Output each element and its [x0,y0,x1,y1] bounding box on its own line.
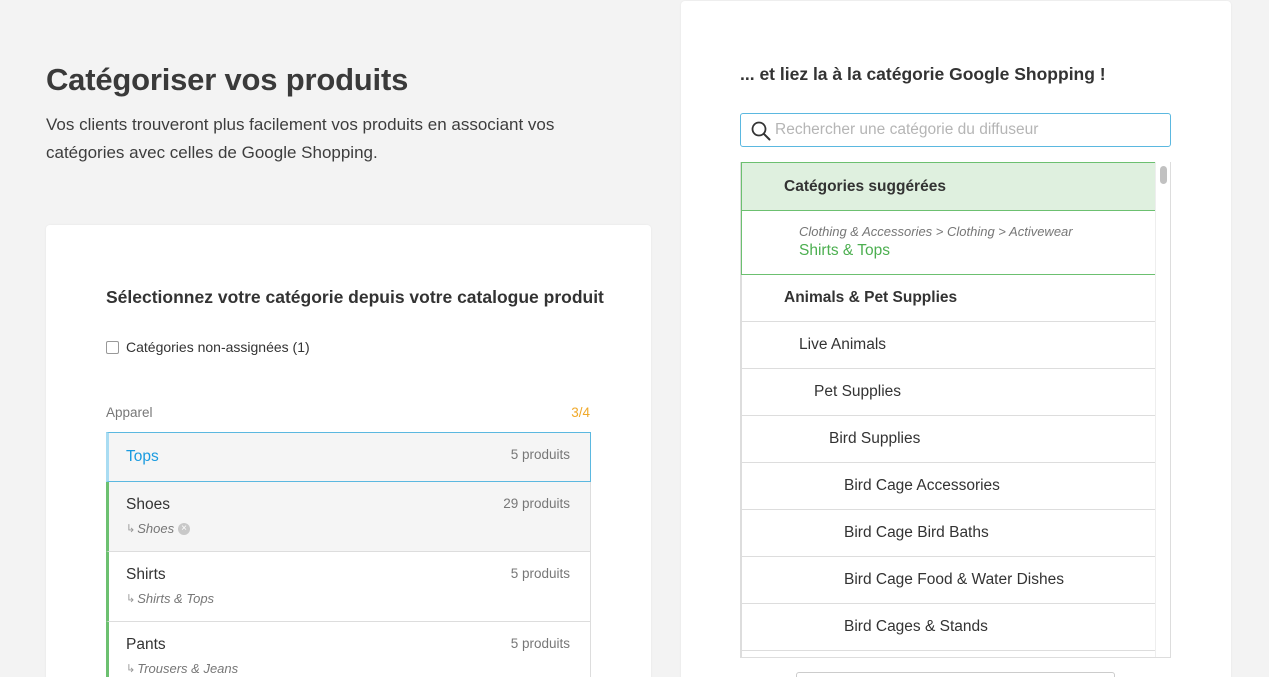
tree-item-label: Bird Cages & Stands [844,618,988,635]
suggested-category-item[interactable]: Clothing & Accessories > Clothing > Acti… [741,211,1156,275]
tree-scrollbar[interactable] [1155,162,1170,657]
mapped-category: ↳ Shirts & Tops [126,591,214,606]
close-circle-icon[interactable]: × [178,522,191,535]
category-item-shoes[interactable]: Shoes 29 produits ↳ Shoes × [106,482,591,552]
category-name: Shirts [126,566,166,583]
page-description: Vos clients trouveront plus facilement v… [46,115,555,162]
category-search-box[interactable] [740,113,1171,147]
suggested-category-path: Clothing & Accessories > Clothing > Acti… [799,224,1073,239]
panel-action-button[interactable] [796,672,1115,677]
category-product-count: 5 produits [510,447,570,462]
mapped-category-label: Shirts & Tops [137,591,215,606]
google-category-tree[interactable]: Catégories suggérées Clothing & Accessor… [740,162,1171,658]
sub-arrow-icon: ↳ [126,523,136,535]
category-product-count: 5 produits [510,566,570,581]
tree-item-bird-cage-food-water[interactable]: Bird Cage Food & Water Dishes [741,557,1156,604]
tree-item-label: Bird Cage Bird Baths [844,524,989,541]
unassigned-filter[interactable]: Catégories non-assignées (1) [106,339,310,355]
tree-item-pet-supplies[interactable]: Pet Supplies [741,369,1156,416]
page-title: Catégoriser vos produits [46,62,409,97]
suggested-categories-header: Catégories suggérées [741,162,1156,211]
mapped-category: ↳ Shoes × [126,521,191,536]
category-search-input[interactable] [775,115,1165,145]
tree-item-bird-cage-bird-baths[interactable]: Bird Cage Bird Baths [741,510,1156,557]
tree-item-live-animals[interactable]: Live Animals [741,322,1156,369]
google-panel-title: ... et liez la à la catégorie Google Sho… [740,64,1106,84]
tree-item-label: Bird Supplies [829,430,921,447]
tree-scroll-thumb[interactable] [1160,166,1167,184]
catalog-category-list: Tops 5 produits Shoes 29 produits ↳ Shoe… [106,432,591,677]
sub-arrow-icon: ↳ [126,593,136,605]
category-group-label: Apparel [106,405,153,420]
mapped-category-label: Trousers & Jeans [137,661,239,676]
category-item-tops[interactable]: Tops 5 produits [106,432,591,482]
tree-item-label: Bird Cage Food & Water Dishes [844,571,1064,588]
category-product-count: 29 produits [503,496,570,511]
tree-item-label: Bird Cage Accessories [844,477,1000,494]
tree-item-bird-supplies[interactable]: Bird Supplies [741,416,1156,463]
tree-item-label: Pet Supplies [814,383,902,400]
tree-item-bird-cage-accessories[interactable]: Bird Cage Accessories [741,463,1156,510]
sub-arrow-icon: ↳ [126,663,136,675]
mapped-category: ↳ Trousers & Jeans [126,661,238,676]
mapped-category-label: Shoes [137,521,175,536]
category-item-shirts[interactable]: Shirts 5 produits ↳ Shirts & Tops [106,552,591,622]
unassigned-label: Catégories non-assignées (1) [126,339,310,355]
search-icon [751,121,771,141]
category-name: Tops [126,448,159,465]
suggested-header-label: Catégories suggérées [784,178,946,195]
tree-item-label: Live Animals [799,336,887,353]
unassigned-checkbox[interactable] [106,340,119,354]
suggested-category-name: Shirts & Tops [799,242,891,259]
catalog-panel-title: Sélectionnez votre catégorie depuis votr… [106,287,604,307]
tree-item-label: Animals & Pet Supplies [784,289,958,306]
tree-item-more[interactable] [741,651,1156,657]
category-group-count: 3/4 [571,405,590,420]
category-name: Pants [126,636,166,653]
tree-item-bird-cages-stands[interactable]: Bird Cages & Stands [741,604,1156,651]
tree-item-animals-pet-supplies[interactable]: Animals & Pet Supplies [741,275,1156,322]
category-name: Shoes [126,496,170,513]
catalog-category-panel: Sélectionnez votre catégorie depuis votr… [46,225,651,677]
category-item-pants[interactable]: Pants 5 produits ↳ Trousers & Jeans [106,622,591,677]
google-category-panel: ... et liez la à la catégorie Google Sho… [681,1,1231,677]
category-product-count: 5 produits [510,636,570,651]
